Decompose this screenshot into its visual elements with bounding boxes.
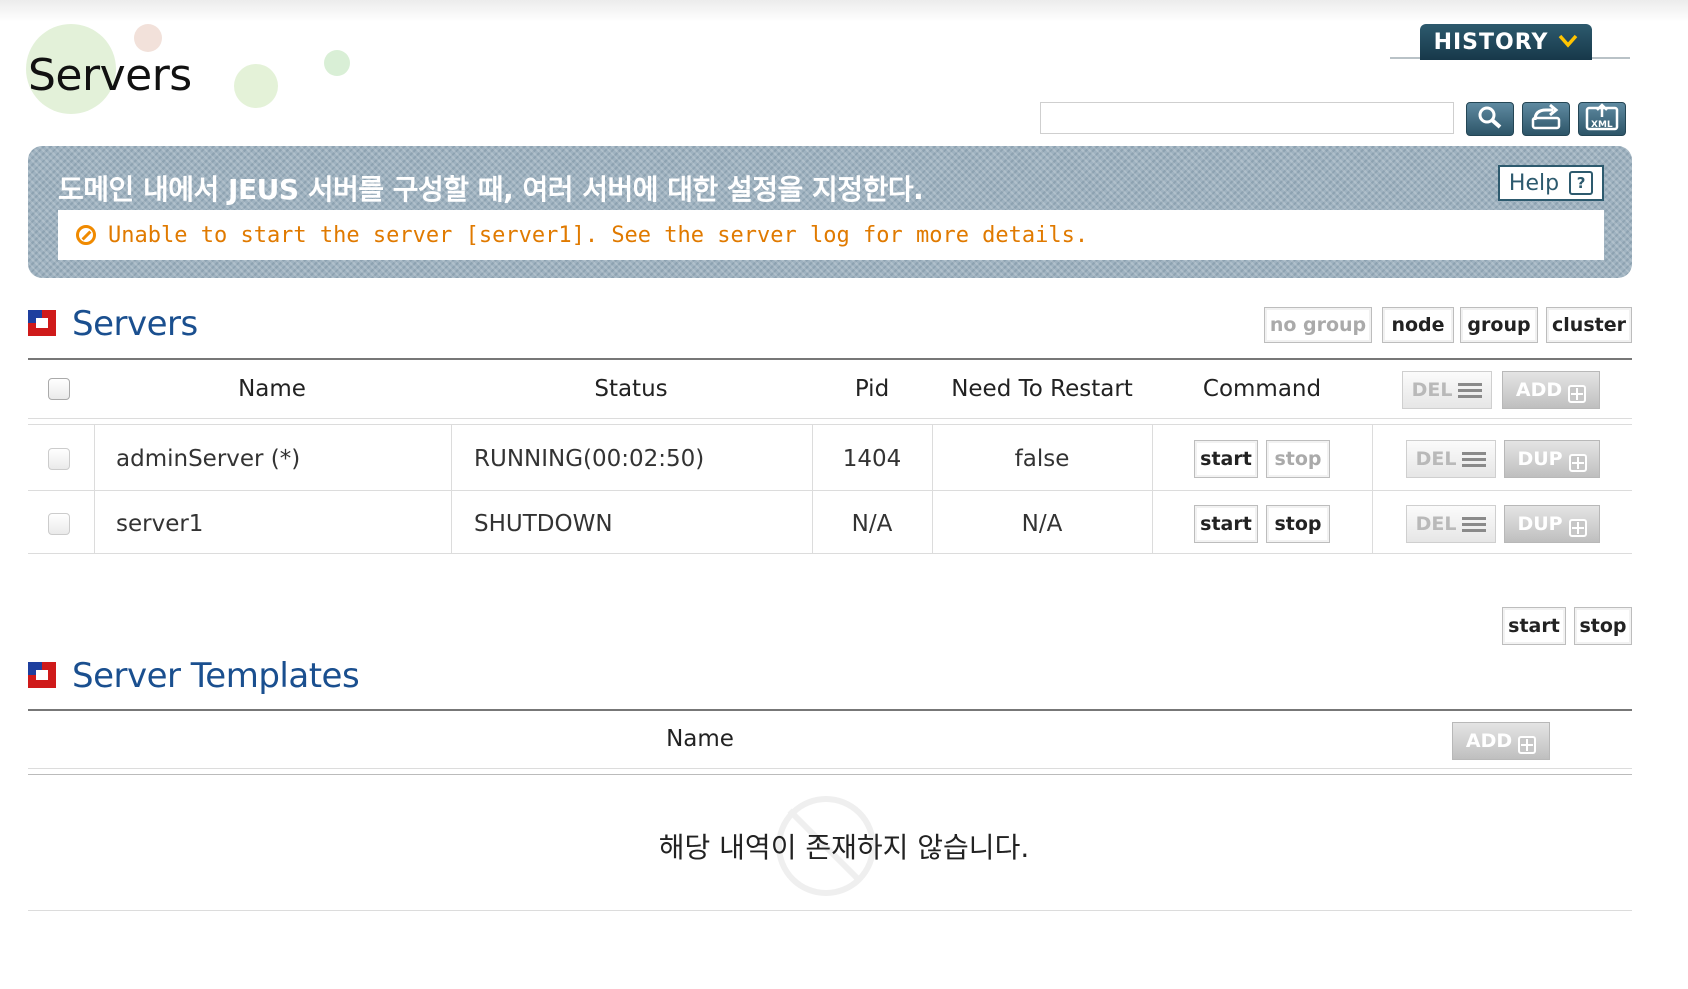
chevron-down-icon: [1558, 32, 1578, 53]
help-icon: ?: [1569, 171, 1594, 195]
del-label: DEL: [1411, 379, 1453, 401]
server-need-restart: false: [1014, 446, 1070, 472]
row-divider: [28, 490, 1632, 491]
add-server-button[interactable]: ADD: [1502, 371, 1600, 409]
decor-bubble: [234, 64, 278, 108]
column-header-command: Command: [1202, 376, 1322, 402]
column-header-status: Status: [594, 376, 668, 402]
info-description: 도메인 내에서 JEUS 서버를 구성할 때, 여러 서버에 대한 설정을 지정…: [58, 173, 924, 206]
svg-text:XML: XML: [1591, 120, 1613, 130]
start-button[interactable]: start: [1194, 440, 1258, 478]
help-label: Help: [1508, 170, 1560, 196]
del-selected-button[interactable]: DEL: [1402, 371, 1492, 409]
del-label: DEL: [1415, 448, 1457, 470]
error-message-box: Unable to start the server [server1]. Se…: [58, 210, 1604, 260]
server-pid: N/A: [851, 511, 893, 537]
templates-table-bottom-border: [28, 910, 1632, 911]
plus-icon: [1568, 454, 1587, 472]
server-name: adminServer (*): [116, 446, 301, 472]
header-divider: [28, 768, 1632, 769]
stack-delete-icon: [1458, 381, 1483, 399]
templates-column-header-name: Name: [666, 726, 734, 752]
prohibited-icon: [76, 225, 96, 245]
stop-button[interactable]: stop: [1266, 440, 1330, 478]
decor-bubble: [324, 50, 350, 76]
xml-export-icon: XML: [1584, 103, 1620, 135]
column-header-need-restart: Need To Restart: [951, 376, 1133, 402]
plus-icon: [1518, 736, 1537, 754]
xml-export-button[interactable]: XML: [1578, 102, 1626, 136]
servers-section-title: Servers: [72, 304, 198, 344]
column-separator: [94, 425, 95, 553]
search-icon: [1475, 104, 1505, 134]
bulk-stop-button[interactable]: stop: [1574, 607, 1632, 645]
plus-icon: [1568, 385, 1587, 403]
decor-bubble: [134, 24, 162, 52]
row-del-button[interactable]: DEL: [1406, 505, 1496, 543]
column-separator: [451, 425, 452, 553]
header-divider: [28, 774, 1632, 775]
dup-label: DUP: [1517, 448, 1563, 470]
history-label: HISTORY: [1433, 29, 1549, 55]
stack-delete-icon: [1462, 515, 1487, 533]
templates-section-title: Server Templates: [72, 656, 360, 696]
server-need-restart: N/A: [1021, 511, 1063, 537]
server-status: RUNNING(00:02:50): [474, 446, 705, 472]
section-icon: [28, 310, 56, 336]
filter-group-button[interactable]: group: [1460, 307, 1538, 343]
add-label: ADD: [1515, 379, 1563, 401]
server-name: server1: [116, 511, 204, 537]
dup-label: DUP: [1517, 513, 1563, 535]
history-button[interactable]: HISTORY: [1420, 24, 1592, 60]
header-divider: [28, 424, 1632, 425]
row-dup-button[interactable]: DUP: [1504, 505, 1600, 543]
header-divider: [28, 418, 1632, 419]
empty-state-message: 해당 내역이 존재하지 않습니다.: [658, 831, 1030, 864]
row-checkbox[interactable]: [48, 513, 70, 535]
refresh-icon: [1529, 103, 1563, 134]
column-separator: [1372, 425, 1373, 553]
section-icon: [28, 662, 56, 688]
start-button[interactable]: start: [1194, 505, 1258, 543]
select-all-checkbox[interactable]: [48, 378, 70, 400]
server-pid: 1404: [842, 446, 902, 472]
add-label: ADD: [1465, 730, 1513, 752]
error-message: Unable to start the server [server1]. Se…: [108, 222, 1089, 248]
row-checkbox[interactable]: [48, 448, 70, 470]
templates-table-top-border: [28, 709, 1632, 711]
page-title: Servers: [28, 50, 192, 101]
bulk-start-button[interactable]: start: [1502, 607, 1566, 645]
filter-node-button[interactable]: node: [1382, 307, 1454, 343]
column-header-name: Name: [238, 376, 306, 402]
filter-cluster-button[interactable]: cluster: [1546, 307, 1632, 343]
search-input[interactable]: [1040, 102, 1454, 134]
search-button[interactable]: [1466, 102, 1514, 136]
table-bottom-border: [28, 553, 1632, 554]
server-status: SHUTDOWN: [474, 511, 613, 537]
column-header-pid: Pid: [854, 376, 890, 402]
column-separator: [1152, 425, 1153, 553]
table-top-border: [28, 358, 1632, 360]
add-template-button[interactable]: ADD: [1452, 722, 1550, 760]
top-shade: [0, 0, 1688, 22]
del-label: DEL: [1415, 513, 1457, 535]
row-del-button[interactable]: DEL: [1406, 440, 1496, 478]
plus-icon: [1568, 519, 1587, 537]
stop-button[interactable]: stop: [1266, 505, 1330, 543]
help-button[interactable]: Help ?: [1498, 165, 1604, 201]
row-dup-button[interactable]: DUP: [1504, 440, 1600, 478]
filter-no-group-button[interactable]: no group: [1264, 307, 1372, 343]
stack-delete-icon: [1462, 450, 1487, 468]
refresh-button[interactable]: [1522, 102, 1570, 136]
